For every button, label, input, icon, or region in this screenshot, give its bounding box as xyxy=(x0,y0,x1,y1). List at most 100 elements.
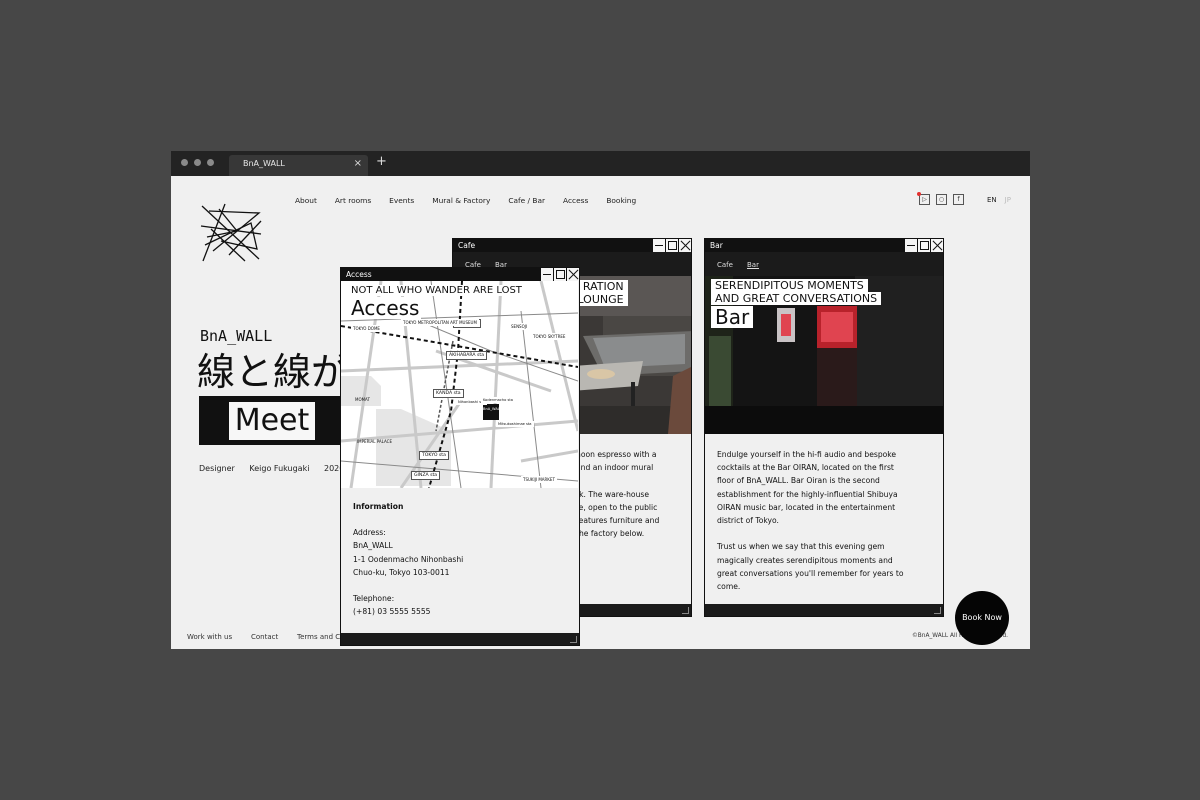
bar-body-line xyxy=(717,527,904,540)
minimize-icon[interactable] xyxy=(652,239,665,252)
youtube-icon[interactable]: ▷ xyxy=(917,192,930,205)
lang-jp[interactable]: JP xyxy=(1005,196,1011,204)
bar-body-line: cocktails at the Bar OIRAN, located on t… xyxy=(717,463,894,473)
access-map[interactable]: NOT ALL WHO WANDER ARE LOST Access UENO … xyxy=(341,281,578,488)
map-label-palace: IMPERIAL PALACE xyxy=(357,439,392,444)
map-label-akihabara: AKIHABARA sta xyxy=(446,351,488,360)
cafe-body-line: and an indoor mural xyxy=(576,463,654,473)
nav-mural-factory[interactable]: Mural & Factory xyxy=(432,196,490,205)
bna-logo[interactable] xyxy=(199,201,263,265)
window-minimize-dot[interactable] xyxy=(194,159,201,166)
book-now-button[interactable]: Book Now xyxy=(955,591,1009,645)
close-icon[interactable] xyxy=(678,239,691,252)
hero-jp-title: 線と線が xyxy=(197,350,350,394)
cafe-body-line: the factory below. xyxy=(576,529,645,539)
bar-body-line: magically creates serendipitous moments … xyxy=(717,555,893,565)
telephone-value[interactable]: (+81) 03 5555 5555 xyxy=(353,605,463,618)
map-label-kanda: KANDA sta xyxy=(433,389,464,398)
nav-booking[interactable]: Booking xyxy=(606,196,636,205)
map-label-skytree: TOKYO SKYTREE xyxy=(531,333,568,340)
nav-events[interactable]: Events xyxy=(389,196,414,205)
bar-body-line: floor of BnA_WALL. Bar Oiran is the seco… xyxy=(717,476,880,486)
window-zoom-dot[interactable] xyxy=(207,159,214,166)
map-label-momat: MOMAT xyxy=(355,397,370,402)
designer-label: Designer xyxy=(199,464,235,473)
bar-body-line: great conversations you'll remember for … xyxy=(717,568,904,578)
nav-about[interactable]: About xyxy=(295,196,317,205)
language-switch: EN JP xyxy=(987,196,1011,204)
access-window[interactable]: Access NOT ALL WHO WANDER ARE LOST Acces… xyxy=(340,267,580,646)
cafe-body-line: fe, open to the public xyxy=(576,502,658,512)
nav-art-rooms[interactable]: Art rooms xyxy=(335,196,371,205)
map-label-ginza: GINZA sta xyxy=(411,471,441,480)
footer-contact[interactable]: Contact xyxy=(251,633,278,641)
lang-en[interactable]: EN xyxy=(987,196,997,204)
telephone-label: Telephone: xyxy=(353,594,395,604)
resize-grip-icon[interactable] xyxy=(682,607,689,614)
bar-subtabs: Cafe Bar xyxy=(705,252,943,276)
browser-window: BnA_WALL × + About Art rooms Events Mura… xyxy=(171,151,1030,649)
bar-body-line: district of Tokyo. xyxy=(717,516,779,526)
browser-tab-title: BnA_WALL xyxy=(243,159,285,168)
browser-tab[interactable]: BnA_WALL × xyxy=(229,155,368,176)
resize-grip-icon[interactable] xyxy=(934,607,941,614)
tab-close-icon[interactable]: × xyxy=(354,158,362,170)
designer-name: Keigo Fukugaki xyxy=(249,464,310,473)
close-icon[interactable] xyxy=(930,239,943,252)
bar-window-controls xyxy=(904,239,943,252)
cafe-window-controls xyxy=(652,239,691,252)
nav-access[interactable]: Access xyxy=(563,196,588,205)
bar-statusbar xyxy=(705,604,943,616)
minimize-icon[interactable] xyxy=(904,239,917,252)
address-line: BnA_WALL xyxy=(353,541,393,551)
bar-window[interactable]: Bar Cafe Bar SERENDIPITOUS MOMENTS AND G… xyxy=(704,238,944,617)
minimize-icon[interactable] xyxy=(540,268,553,281)
bar-headline: SERENDIPITOUS MOMENTS AND GREAT CONVERSA… xyxy=(711,279,882,305)
maximize-icon[interactable] xyxy=(553,268,566,281)
bar-headline-line-1: SERENDIPITOUS MOMENTS xyxy=(711,279,868,292)
instagram-icon[interactable]: ○ xyxy=(936,194,947,205)
bar-heading: Bar xyxy=(711,306,754,328)
meet-text: Meet xyxy=(229,402,315,440)
cafe-body-line xyxy=(576,474,659,487)
info-heading: Information xyxy=(353,502,404,511)
new-tab-icon[interactable]: + xyxy=(376,155,387,169)
cafe-headline-line-1: RATION xyxy=(578,280,628,293)
maximize-icon[interactable] xyxy=(665,239,678,252)
cafe-body: hoon espresso with a and an indoor mural… xyxy=(576,448,659,540)
bar-headline-line-2: AND GREAT CONVERSATIONS xyxy=(711,292,882,305)
resize-grip-icon[interactable] xyxy=(570,636,577,643)
close-icon[interactable] xyxy=(566,268,579,281)
access-info: Information Address: BnA_WALL 1-1 Oodenm… xyxy=(353,500,463,618)
access-window-title: Access xyxy=(346,270,372,279)
address-line: Chuo-ku, Tokyo 103-0011 xyxy=(353,567,450,577)
footer-terms[interactable]: Terms and C xyxy=(297,633,340,641)
address-label: Address: xyxy=(353,528,386,538)
main-nav: About Art rooms Events Mural & Factory C… xyxy=(295,196,654,205)
window-close-dot[interactable] xyxy=(181,159,188,166)
bar-tab-bar[interactable]: Bar xyxy=(747,261,759,269)
map-label-sensoji: SENSOJI xyxy=(509,323,530,330)
map-label-bna: BnA_WALL xyxy=(483,407,502,411)
footer-work-with-us[interactable]: Work with us xyxy=(187,633,232,641)
social-links: ▷ ○ f xyxy=(917,192,964,205)
access-tagline: NOT ALL WHO WANDER ARE LOST xyxy=(349,285,524,296)
browser-chrome: BnA_WALL × + xyxy=(171,151,1030,176)
map-label-tokyo: TOKYO sta xyxy=(419,451,449,460)
map-label-museum: TOKYO METROPOLITAN ART MUSEUM xyxy=(401,319,479,326)
meet-banner: Meet xyxy=(199,396,349,445)
bar-body-line: come. xyxy=(717,582,741,592)
facebook-icon[interactable]: f xyxy=(953,194,964,205)
nav-cafe-bar[interactable]: Cafe / Bar xyxy=(508,196,545,205)
access-window-controls xyxy=(540,268,579,281)
bar-body-line: Endulge yourself in the hi-fi audio and … xyxy=(717,450,897,459)
cafe-window-title: Cafe xyxy=(458,241,476,250)
access-statusbar xyxy=(341,633,579,645)
bar-tab-cafe[interactable]: Cafe xyxy=(717,261,733,269)
bar-window-title: Bar xyxy=(710,241,723,250)
maximize-icon[interactable] xyxy=(917,239,930,252)
bar-body-line: Trust us when we say that this evening g… xyxy=(717,542,885,552)
brand-name: BnA_WALL xyxy=(200,327,273,345)
